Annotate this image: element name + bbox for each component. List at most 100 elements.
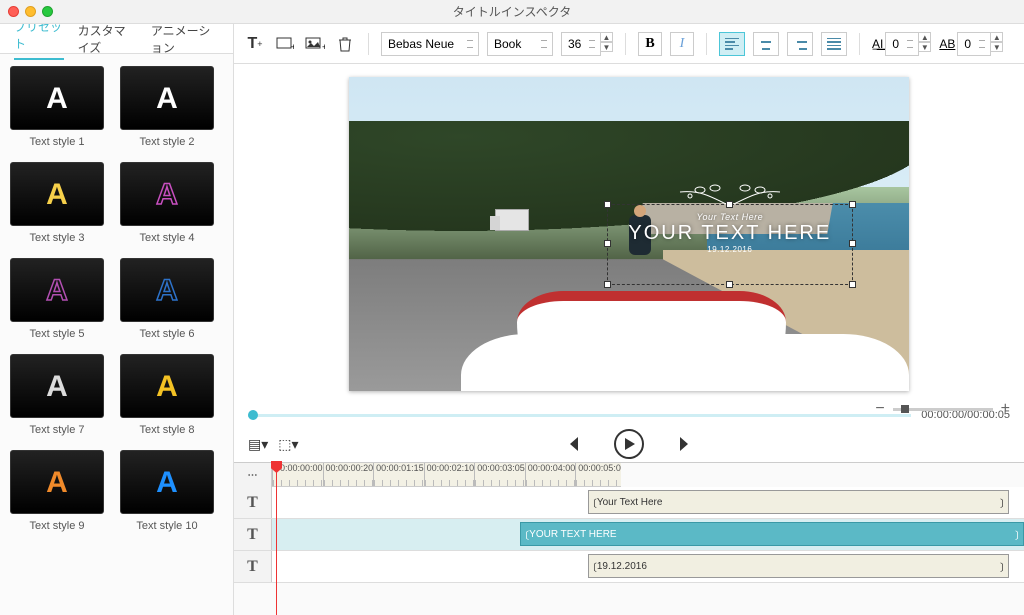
preset-item[interactable]: A Text style 4 (120, 162, 214, 244)
ruler-tick: 00:00:01:15 (373, 463, 424, 486)
letter-spacing-icon: A̲͟I̲͟ (872, 37, 883, 51)
font-size-input[interactable]: 36 (561, 32, 601, 56)
scrub-knob[interactable] (248, 410, 258, 420)
svg-text:A: A (156, 82, 178, 115)
line-spacing-input[interactable]: 0 (957, 32, 991, 56)
handle-ml[interactable] (604, 240, 611, 247)
italic-button[interactable]: I (670, 32, 694, 56)
preset-item[interactable]: A Text style 9 (10, 450, 104, 532)
playhead[interactable] (276, 463, 277, 615)
window-zoom-button[interactable] (42, 6, 53, 17)
track-head[interactable]: T (234, 519, 272, 550)
preset-label: Text style 3 (10, 232, 104, 244)
clip-handle-right[interactable]: 〕 (1016, 523, 1024, 545)
clip-handle-left[interactable]: 〔 (520, 523, 528, 545)
time-ruler[interactable]: 00:00:00:0000:00:00:2000:00:01:1500:00:0… (272, 463, 621, 487)
track-body[interactable]: 〔 YOUR TEXT HERE 〕 (272, 519, 1024, 550)
preset-grid: A Text style 1 A Text style 2 A Text sty… (0, 54, 233, 544)
align-justify-button[interactable] (821, 32, 847, 56)
window-close-button[interactable] (8, 6, 19, 17)
timeline-clip[interactable]: 〔 Your Text Here 〕 (588, 490, 1009, 514)
preview-area: Your Text Here YOUR TEXT HERE 19.12.2016 (234, 64, 1024, 404)
line-spacing-up[interactable]: ▲ (991, 32, 1003, 42)
text-overlay[interactable]: Your Text Here YOUR TEXT HERE 19.12.2016 (607, 184, 853, 328)
preset-label: Text style 6 (120, 328, 214, 340)
preset-thumb: A (120, 354, 214, 418)
window-minimize-button[interactable] (25, 6, 36, 17)
tab-presets[interactable]: プリセット (14, 24, 64, 60)
handle-bl[interactable] (604, 281, 611, 288)
preset-item[interactable]: A Text style 3 (10, 162, 104, 244)
handle-bm[interactable] (726, 281, 733, 288)
ruler-head: ⋯ (234, 463, 272, 487)
font-family-value: Bebas Neue (388, 37, 454, 51)
add-image-icon[interactable]: + (304, 33, 326, 55)
selection-box[interactable] (607, 204, 853, 285)
preset-label: Text style 9 (10, 520, 104, 532)
scrub-track[interactable] (248, 414, 911, 417)
arrange-menu-icon[interactable]: ▤▾ (248, 436, 268, 453)
align-center-button[interactable] (753, 32, 779, 56)
play-button[interactable] (614, 429, 644, 459)
add-shape-icon[interactable]: + (274, 33, 296, 55)
tab-customize[interactable]: カスタマイズ (78, 24, 137, 56)
font-size-down[interactable]: ▼ (601, 42, 613, 52)
handle-tr[interactable] (849, 201, 856, 208)
letter-spacing-down[interactable]: ▼ (919, 42, 931, 52)
clip-handle-right[interactable]: 〕 (1001, 491, 1009, 513)
preview-canvas[interactable]: Your Text Here YOUR TEXT HERE 19.12.2016 (349, 77, 909, 391)
preset-label: Text style 7 (10, 424, 104, 436)
preset-item[interactable]: A Text style 8 (120, 354, 214, 436)
preset-item[interactable]: A Text style 10 (120, 450, 214, 532)
timeline-clip[interactable]: 〔 19.12.2016 〕 (588, 554, 1009, 578)
font-family-select[interactable]: Bebas Neue (381, 32, 479, 56)
sidebar-tabs: プリセット カスタマイズ アニメーション (0, 24, 234, 54)
handle-br[interactable] (849, 281, 856, 288)
preset-thumb: A (10, 450, 104, 514)
preset-item[interactable]: A Text style 7 (10, 354, 104, 436)
add-text-icon[interactable]: T+ (244, 33, 266, 55)
ruler-tick: 00:00:02:10 (424, 463, 475, 486)
svg-text:A: A (156, 274, 178, 307)
zoom-in-button[interactable]: + (1001, 400, 1010, 418)
track-body[interactable]: 〔 Your Text Here 〕 (272, 487, 1024, 518)
timeline-clip[interactable]: 〔 YOUR TEXT HERE 〕 (520, 522, 1024, 546)
font-size-up[interactable]: ▲ (601, 32, 613, 42)
skip-back-button[interactable] (562, 431, 588, 457)
preset-label: Text style 1 (10, 136, 104, 148)
preset-item[interactable]: A Text style 5 (10, 258, 104, 340)
svg-text:A: A (46, 82, 68, 115)
bold-button[interactable]: B (638, 32, 662, 56)
tab-animation[interactable]: アニメーション (151, 24, 220, 56)
preset-item[interactable]: A Text style 6 (120, 258, 214, 340)
preset-thumb: A (120, 450, 214, 514)
skip-forward-button[interactable] (670, 431, 696, 457)
preset-thumb: A (10, 258, 104, 322)
svg-text:+: + (322, 42, 325, 51)
line-spacing-down[interactable]: ▼ (991, 42, 1003, 52)
zoom-out-button[interactable]: − (875, 400, 884, 418)
letter-spacing-input[interactable]: 0 (885, 32, 919, 56)
track-body[interactable]: 〔 19.12.2016 〕 (272, 551, 1024, 582)
track-head[interactable]: T (234, 551, 272, 582)
timeline: ⋯ 00:00:00:0000:00:00:2000:00:01:1500:00… (234, 462, 1024, 615)
handle-tl[interactable] (604, 201, 611, 208)
preset-item[interactable]: A Text style 2 (120, 66, 214, 148)
layer-menu-icon[interactable]: ⬚▾ (278, 436, 298, 453)
delete-icon[interactable] (334, 33, 356, 55)
align-left-button[interactable] (719, 32, 745, 56)
preset-thumb: A (120, 162, 214, 226)
letter-spacing-up[interactable]: ▲ (919, 32, 931, 42)
clip-handle-left[interactable]: 〔 (588, 491, 596, 513)
preset-thumb: A (120, 66, 214, 130)
track-head[interactable]: T (234, 487, 272, 518)
clip-handle-right[interactable]: 〕 (1001, 555, 1009, 577)
align-right-button[interactable] (787, 32, 813, 56)
preset-item[interactable]: A Text style 1 (10, 66, 104, 148)
preset-label: Text style 8 (120, 424, 214, 436)
clip-handle-left[interactable]: 〔 (588, 555, 596, 577)
handle-mr[interactable] (849, 240, 856, 247)
font-weight-select[interactable]: Book (487, 32, 553, 56)
handle-tm[interactable] (726, 201, 733, 208)
zoom-slider[interactable] (893, 408, 993, 411)
